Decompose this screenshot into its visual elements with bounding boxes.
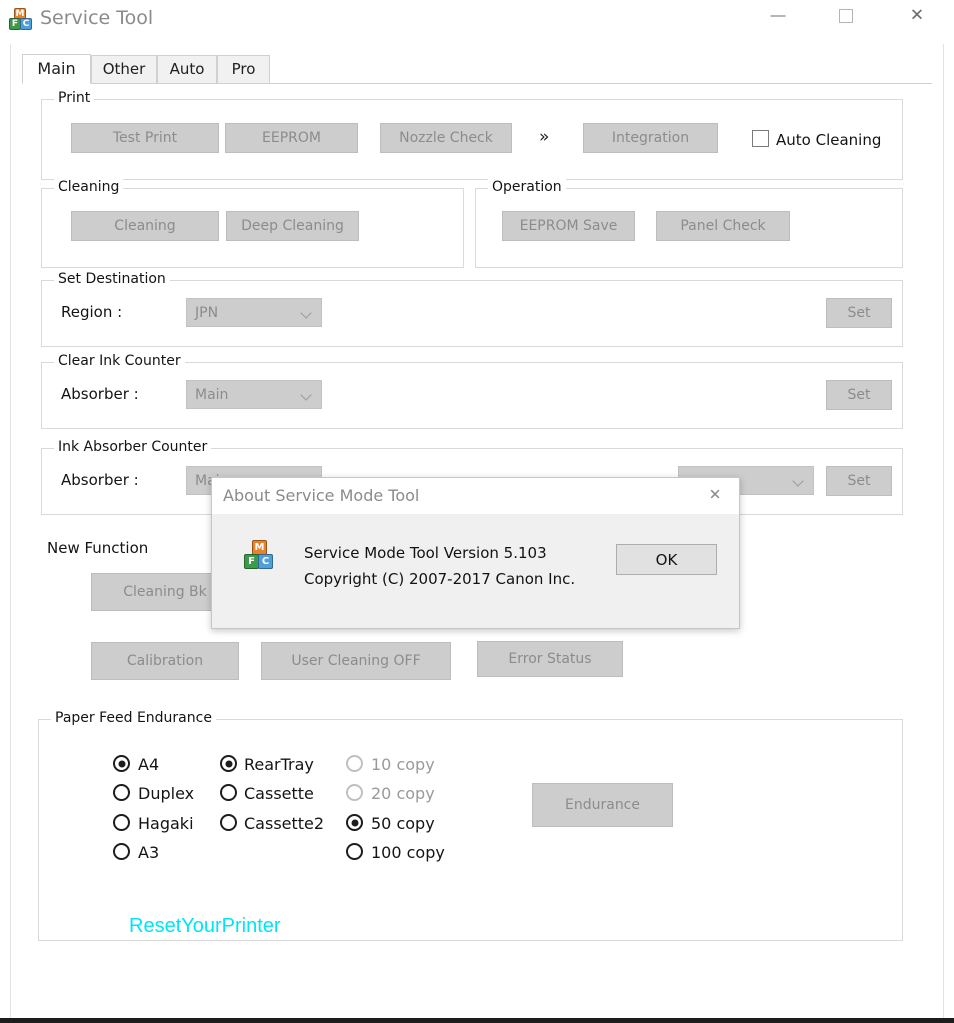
group-operation: Operation EEPROM Save Panel Check (475, 179, 903, 268)
radio-20-copy-label: 20 copy (371, 784, 435, 803)
deep-cleaning-button[interactable]: Deep Cleaning (226, 211, 359, 241)
group-cleaning: Cleaning Cleaning Deep Cleaning (41, 179, 464, 268)
minimize-icon (770, 15, 786, 17)
radio-50-copy[interactable] (346, 814, 363, 831)
about-version-text: Service Mode Tool Version 5.103 (304, 544, 547, 562)
clear-ink-absorber-combobox[interactable]: Main (186, 380, 322, 409)
about-dialog-close-button[interactable]: ✕ (693, 478, 737, 512)
about-dialog: About Service Mode Tool ✕ M F C Service … (211, 477, 740, 629)
endurance-button[interactable]: Endurance (532, 783, 673, 827)
group-set-destination-title: Set Destination (54, 271, 170, 287)
radio-duplex[interactable] (113, 784, 130, 801)
group-cleaning-title: Cleaning (54, 179, 124, 195)
radio-50-copy-label: 50 copy (371, 814, 435, 833)
radio-20-copy[interactable] (346, 784, 363, 801)
radio-a3[interactable] (113, 843, 130, 860)
chevron-down-icon (794, 476, 804, 486)
about-dialog-title: About Service Mode Tool (223, 486, 420, 505)
maximize-button[interactable] (823, 0, 869, 32)
group-paper-feed-endurance-title: Paper Feed Endurance (51, 710, 216, 726)
block-c: C (258, 554, 273, 569)
tab-other[interactable]: Other (91, 55, 157, 84)
app-blocks-icon: M F C (8, 7, 34, 33)
group-clear-ink-counter: Clear Ink Counter Absorber : Main Set (41, 353, 903, 429)
radio-cassette2-label: Cassette2 (244, 814, 325, 833)
radio-duplex-label: Duplex (138, 784, 195, 803)
radio-hagaki[interactable] (113, 814, 130, 831)
window-title: Service Tool (40, 7, 154, 29)
region-combobox-value: JPN (195, 304, 219, 321)
block-f: F (244, 554, 259, 569)
bottom-strip (0, 1018, 954, 1023)
ink-absorber-counter-set-button[interactable]: Set (826, 466, 892, 496)
radio-10-copy-label: 10 copy (371, 755, 435, 774)
radio-reartray-label: RearTray (244, 755, 314, 774)
chevron-down-icon (302, 390, 312, 400)
chevron-down-icon (302, 308, 312, 318)
auto-cleaning-checkbox[interactable] (752, 130, 769, 147)
block-c: C (20, 18, 32, 30)
auto-cleaning-label: Auto Cleaning (776, 131, 882, 149)
nozzle-check-button[interactable]: Nozzle Check (380, 123, 512, 153)
region-label: Region : (61, 303, 123, 321)
chevron-right-icon[interactable]: » (539, 127, 549, 147)
clear-ink-absorber-label: Absorber : (61, 385, 139, 403)
close-button[interactable]: ✕ (894, 0, 940, 32)
radio-a4-label: A4 (138, 755, 160, 774)
tab-main[interactable]: Main (22, 54, 91, 84)
group-print-title: Print (54, 90, 95, 106)
close-icon: ✕ (708, 485, 722, 504)
minimize-button[interactable] (755, 0, 801, 32)
close-icon: ✕ (909, 5, 925, 26)
radio-cassette-label: Cassette (244, 784, 314, 803)
new-function-label: New Function (47, 539, 149, 557)
tab-auto[interactable]: Auto (157, 55, 217, 84)
radio-100-copy[interactable] (346, 843, 363, 860)
radio-cassette2[interactable] (220, 814, 237, 831)
eeprom-save-button[interactable]: EEPROM Save (502, 211, 635, 241)
integration-button[interactable]: Integration (583, 123, 718, 153)
test-print-button[interactable]: Test Print (71, 123, 219, 153)
panel-check-button[interactable]: Panel Check (656, 211, 790, 241)
tab-pro[interactable]: Pro (217, 55, 270, 84)
radio-100-copy-label: 100 copy (371, 843, 445, 862)
clear-ink-absorber-combobox-value: Main (195, 386, 229, 403)
cleaning-button[interactable]: Cleaning (71, 211, 219, 241)
radio-a4[interactable] (113, 755, 130, 772)
clear-ink-counter-set-button[interactable]: Set (826, 380, 892, 410)
block-m: M (252, 540, 267, 555)
about-dialog-titlebar: About Service Mode Tool ✕ (212, 478, 739, 514)
group-paper-feed-endurance: Paper Feed Endurance A4 Duplex Hagaki A3… (38, 710, 903, 941)
error-status-button[interactable]: Error Status (477, 641, 623, 677)
reset-your-printer-link[interactable]: ResetYourPrinter (129, 915, 281, 938)
group-set-destination: Set Destination Region : JPN Set (41, 271, 903, 347)
ink-absorber-label: Absorber : (61, 471, 139, 489)
radio-a3-label: A3 (138, 843, 160, 862)
window-titlebar: M F C Service Tool ✕ (0, 0, 954, 45)
calibration-button[interactable]: Calibration (91, 642, 239, 680)
group-operation-title: Operation (488, 179, 566, 195)
tab-strip: Main Other Auto Pro (22, 54, 932, 84)
radio-cassette[interactable] (220, 784, 237, 801)
radio-hagaki-label: Hagaki (138, 814, 194, 833)
maximize-icon (839, 9, 853, 23)
group-ink-absorber-counter-title: Ink Absorber Counter (54, 439, 212, 455)
about-copyright-text: Copyright (C) 2007-2017 Canon Inc. (304, 570, 576, 588)
group-print: Print Test Print EEPROM Nozzle Check » I… (41, 90, 903, 180)
group-clear-ink-counter-title: Clear Ink Counter (54, 353, 185, 369)
radio-reartray[interactable] (220, 755, 237, 772)
about-dialog-app-blocks-icon: M F C (244, 540, 276, 572)
about-dialog-ok-button[interactable]: OK (616, 544, 717, 575)
radio-10-copy[interactable] (346, 755, 363, 772)
set-destination-set-button[interactable]: Set (826, 298, 892, 328)
user-cleaning-off-button[interactable]: User Cleaning OFF (261, 642, 451, 680)
region-combobox[interactable]: JPN (186, 298, 322, 327)
eeprom-button[interactable]: EEPROM (225, 123, 358, 153)
service-tool-window: M F C Service Tool ✕ Main Other Auto Pro… (0, 0, 954, 1018)
